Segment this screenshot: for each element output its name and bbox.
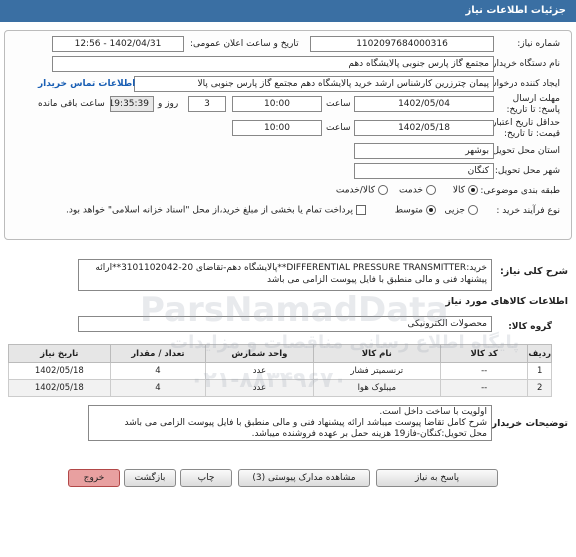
province-field: بوشهر	[354, 143, 494, 159]
radio-icon	[468, 205, 478, 215]
category-option-goods[interactable]: کالا	[453, 185, 478, 196]
cell-unit: عدد	[205, 362, 314, 380]
category-option-service[interactable]: خدمت	[399, 185, 436, 196]
deadline-time-label: ساعت	[326, 99, 351, 109]
city-label: شهر محل تحویل:	[494, 166, 560, 176]
cell-row-number: 2	[527, 379, 552, 397]
days-field: 3	[188, 96, 226, 112]
cell-date: 1402/05/18	[8, 379, 111, 397]
col-header-date: تاریخ نیاز	[8, 344, 111, 363]
radio-selected-icon	[426, 205, 436, 215]
deadline-date-field: 1402/05/04	[354, 96, 494, 112]
view-attachments-button[interactable]: مشاهده مدارک پیوستی (3)	[238, 469, 370, 487]
validity-time-field: 10:00	[232, 120, 322, 136]
goods-group-label: گروه کالا:	[508, 322, 552, 332]
buyer-name-field: مجتمع گاز پارس جنوبی پالایشگاه دهم	[52, 56, 494, 72]
requester-field: پیمان چترزرین کارشناس ارشد خرید پالایشگا…	[134, 76, 494, 92]
purchase-option-minor[interactable]: جزیی	[444, 205, 478, 216]
deadline-label: مهلت ارسال پاسخ: تا تاریخ:	[506, 94, 560, 115]
goods-section-title: اطلاعات کالاهای مورد نیاز	[445, 296, 568, 307]
buyer-name-label: نام دستگاه خریدار:	[489, 59, 560, 69]
summary-label: شرح کلی نیاز:	[499, 266, 568, 277]
cell-quantity: 4	[109, 362, 207, 380]
cell-code: --	[439, 362, 529, 380]
col-header-name: نام کالا	[312, 344, 441, 363]
col-header-quantity: تعداد / مقدار	[109, 344, 207, 363]
table-row[interactable]: 1 -- ترنسمیتر فشار عدد 4 1402/05/18	[8, 362, 552, 380]
treasury-payment-option[interactable]: پرداخت تمام یا بخشی از مبلغ خرید،از محل …	[66, 205, 366, 216]
buyer-note-line: شرح کامل تقاضا پیوست میباشد ارائه پیشنها…	[124, 418, 487, 428]
buyer-note-line: اولویت با ساخت داخل است.	[379, 407, 487, 417]
summary-box: خرید:DIFFERENTIAL PRESSURE TRANSMITTER**…	[78, 259, 492, 291]
cell-unit: عدد	[205, 379, 314, 397]
buyer-note-line: محل تحویل:کنگان-فاز19 هزینه حمل بر عهده …	[251, 429, 487, 439]
cell-name: ترنسمیتر فشار	[312, 362, 441, 380]
radio-icon	[378, 185, 388, 195]
goods-group-field: محصولات الکترونیکی	[78, 316, 492, 332]
buyer-notes-label: توضیحات خریدار:	[487, 418, 568, 429]
cell-row-number: 1	[527, 362, 552, 380]
cell-date: 1402/05/18	[8, 362, 111, 380]
need-number-label: شماره نیاز:	[517, 39, 560, 49]
province-label: استان محل تحویل:	[489, 146, 560, 156]
remaining-time-field: 19:35:39	[110, 96, 154, 112]
table-row[interactable]: 2 -- میبلوک هوا عدد 4 1402/05/18	[8, 379, 552, 397]
col-header-unit: واحد شمارش	[205, 344, 314, 363]
announce-datetime-field: 1402/04/31 - 12:56	[52, 36, 184, 52]
cell-quantity: 4	[109, 379, 207, 397]
back-button[interactable]: بازگشت	[124, 469, 176, 487]
cell-code: --	[439, 379, 529, 397]
purchase-option-medium[interactable]: متوسط	[395, 205, 436, 216]
remaining-label: ساعت باقی مانده	[38, 99, 105, 109]
buyer-notes-box: اولویت با ساخت داخل است. شرح کامل تقاضا …	[88, 405, 492, 441]
validity-date-field: 1402/05/18	[354, 120, 494, 136]
need-number-field: 1102097684000316	[310, 36, 494, 52]
category-label: طبقه بندی موضوعی:	[480, 186, 560, 196]
category-option-goods-service[interactable]: کالا/خدمت	[336, 185, 388, 196]
days-label: روز و	[158, 99, 179, 109]
cell-name: میبلوک هوا	[312, 379, 441, 397]
radio-icon	[426, 185, 436, 195]
page-header: جزئیات اطلاعات نیاز	[0, 0, 576, 22]
purchase-type-label: نوع فرآیند خرید :	[496, 206, 560, 216]
contact-buyer-link[interactable]: اطلاعات تماس خریدار	[38, 79, 135, 89]
reply-button[interactable]: پاسخ به نیاز	[376, 469, 498, 487]
radio-selected-icon	[468, 185, 478, 195]
col-header-code: کد کالا	[439, 344, 529, 363]
print-button[interactable]: چاپ	[180, 469, 232, 487]
goods-table: ردیف کد کالا نام کالا واحد شمارش تعداد /…	[8, 344, 552, 397]
exit-button[interactable]: خروج	[68, 469, 120, 487]
city-field: کنگان	[354, 163, 494, 179]
announce-datetime-label: تاریخ و ساعت اعلان عمومی:	[190, 39, 299, 49]
deadline-time-field: 10:00	[232, 96, 322, 112]
validity-time-label: ساعت	[326, 123, 351, 133]
checkbox-icon	[356, 205, 366, 215]
col-header-row: ردیف	[527, 344, 552, 363]
